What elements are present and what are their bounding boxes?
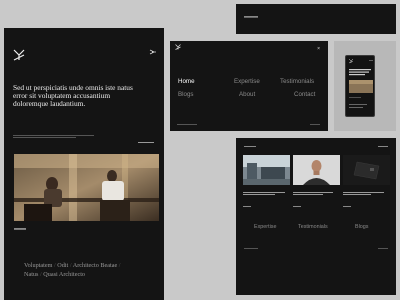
menu-footer-placeholder: [177, 124, 197, 125]
intro-text-placeholder: [13, 135, 103, 138]
menu-icon[interactable]: [149, 49, 157, 55]
menu-item-contact[interactable]: Contact: [294, 91, 315, 98]
logo-icon[interactable]: [13, 49, 25, 61]
blog-read-more-placeholder[interactable]: [243, 205, 251, 208]
menu-item-expertise[interactable]: Expertise: [234, 78, 260, 85]
photo-caption-placeholder: [14, 228, 26, 230]
hero-title: Sed ut perspiciatis unde omnis iste natu…: [13, 83, 133, 109]
carousel-arrows-icon[interactable]: [378, 146, 388, 147]
blog-thumbnail: [243, 155, 290, 185]
menu-item-testimonials[interactable]: Testimonials: [280, 78, 314, 85]
top-section-panel: [236, 4, 396, 34]
blog-section-label-placeholder: [244, 146, 256, 147]
blog-thumbnail: [343, 155, 390, 185]
intro-link[interactable]: [138, 142, 154, 143]
mobile-screen: [348, 58, 373, 108]
office-photo: [14, 154, 159, 221]
blog-title-placeholder: [243, 192, 290, 195]
close-icon[interactable]: ×: [317, 46, 320, 52]
footer-link[interactable]: Voluptatem: [24, 262, 52, 269]
menu-item-about[interactable]: About: [239, 91, 255, 98]
footer-link[interactable]: Natus: [24, 271, 38, 278]
blog-card[interactable]: [243, 155, 290, 212]
mobile-mockup: [345, 55, 375, 117]
footer-link[interactable]: Odit: [57, 262, 68, 269]
footer-right-placeholder: [378, 248, 388, 249]
menu-footer-right-placeholder: [310, 124, 320, 125]
blog-thumbnail: [293, 155, 340, 185]
footer-nav-expertise[interactable]: Expertise: [254, 224, 276, 230]
menu-item-blogs[interactable]: Blogs: [178, 91, 193, 98]
blog-read-more-placeholder[interactable]: [293, 205, 301, 208]
blog-title-placeholder: [293, 192, 340, 195]
blog-title-placeholder: [343, 192, 390, 195]
menu-item-home[interactable]: Home: [178, 78, 195, 85]
blog-read-more-placeholder[interactable]: [343, 205, 351, 208]
blog-card[interactable]: [293, 155, 340, 212]
menu-panel: × Home Expertise Testimonials Blogs Abou…: [170, 41, 328, 131]
homepage-panel: Sed ut perspiciatis unde omnis iste natu…: [4, 28, 164, 300]
footer-links: Voluptatem / Odit / Architecto Beatae / …: [24, 262, 121, 278]
footer-left-placeholder: [244, 248, 258, 249]
blog-panel: Expertise Testimonials Blogs: [236, 138, 396, 295]
footer-nav-testimonials[interactable]: Testimonials: [298, 224, 328, 230]
section-label-placeholder: [244, 16, 258, 18]
footer-nav-blogs[interactable]: Blogs: [355, 224, 369, 230]
blog-card[interactable]: [343, 155, 390, 212]
footer-link[interactable]: Quasi Architecto: [43, 271, 85, 278]
footer-link[interactable]: Architecto Beatae: [73, 262, 118, 269]
logo-icon[interactable]: [175, 44, 181, 50]
